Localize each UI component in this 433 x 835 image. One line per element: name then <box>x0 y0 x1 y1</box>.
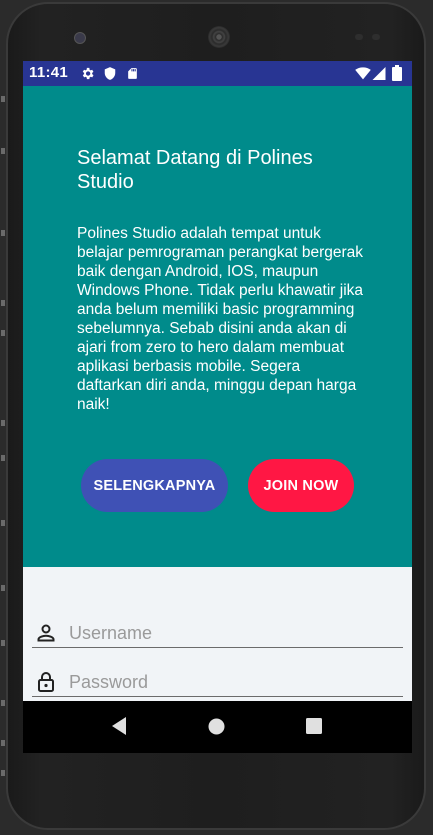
password-field[interactable] <box>32 668 403 697</box>
sd-card-icon <box>128 68 137 79</box>
battery-icon <box>392 65 402 81</box>
proximity-sensor <box>355 34 363 40</box>
shield-icon <box>104 67 116 80</box>
navigation-bar <box>23 701 412 753</box>
username-field[interactable] <box>32 619 403 648</box>
back-icon[interactable] <box>111 716 127 736</box>
status-time: 11:41 <box>29 64 69 81</box>
signal-icon <box>372 67 386 80</box>
hero-description: Polines Studio adalah tempat untuk belaj… <box>77 225 364 413</box>
password-input[interactable] <box>69 670 389 694</box>
status-bar: 11:41 <box>23 61 412 86</box>
front-camera <box>74 32 86 44</box>
earpiece-speaker <box>208 26 230 48</box>
recents-icon[interactable] <box>306 718 322 734</box>
username-input[interactable] <box>69 621 389 645</box>
gear-icon <box>82 67 94 80</box>
hero-title: Selamat Datang di Polines Studio <box>77 147 313 193</box>
home-icon[interactable] <box>208 718 225 735</box>
app-screen: 11:41 Selamat Datang di Polines Studio P… <box>23 61 412 753</box>
lock-icon <box>38 672 54 692</box>
join-now-button[interactable]: JOIN NOW <box>248 459 354 512</box>
hero-section: Selamat Datang di Polines Studio Polines… <box>23 86 412 567</box>
light-sensor <box>372 34 380 40</box>
more-info-button[interactable]: SELENGKAPNYA <box>81 459 228 512</box>
wifi-icon <box>355 67 371 80</box>
person-icon <box>37 624 55 642</box>
